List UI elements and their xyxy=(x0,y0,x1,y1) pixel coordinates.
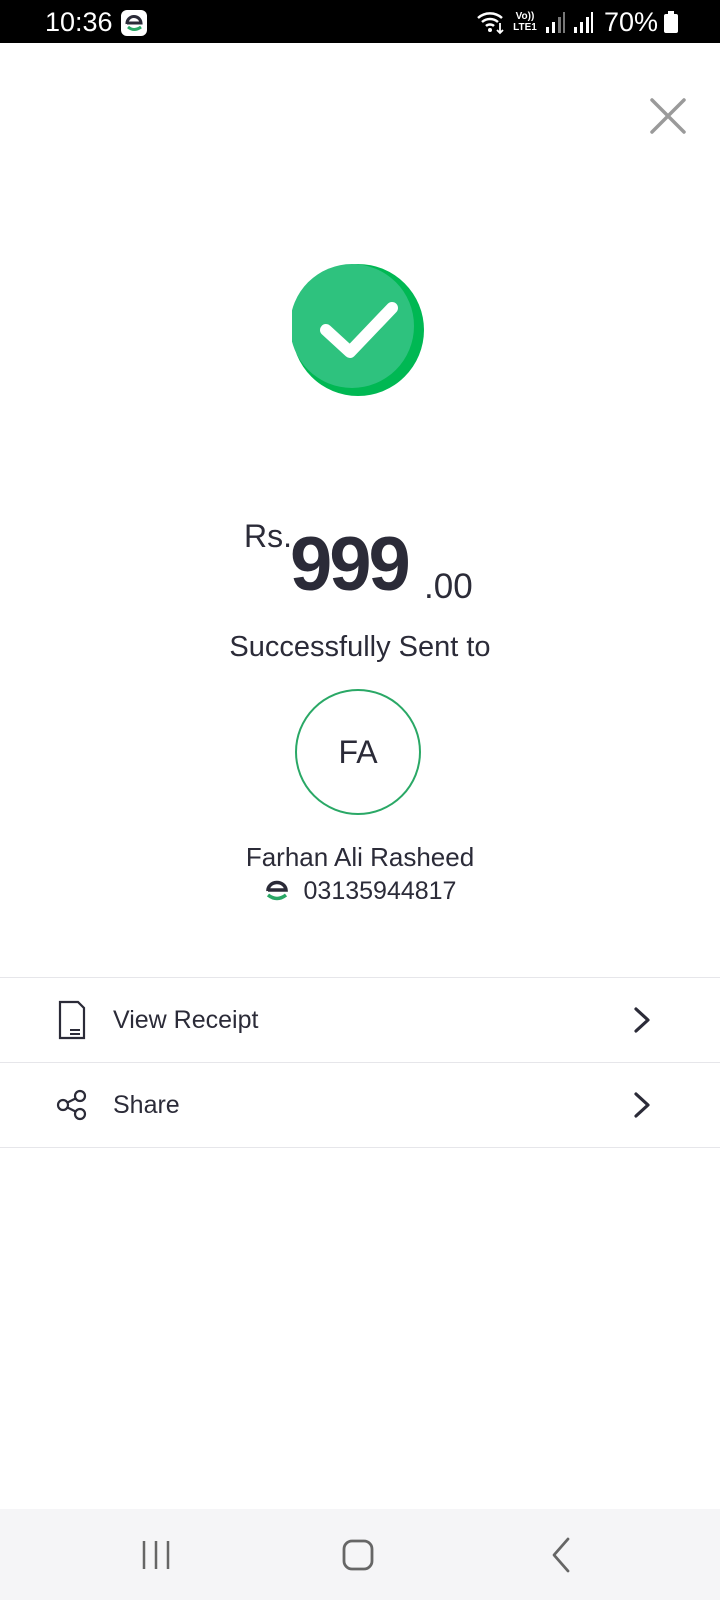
currency-label: Rs. xyxy=(244,518,292,554)
network-type-label: Vo)) LTE1 xyxy=(513,11,537,33)
signal-icon-sim2 xyxy=(573,12,593,33)
back-button[interactable] xyxy=(538,1531,586,1579)
amount-whole: 999 xyxy=(290,522,411,607)
app-notification-icon xyxy=(121,10,147,36)
avatar-initials: FA xyxy=(338,733,378,770)
recent-apps-icon xyxy=(142,1541,170,1569)
status-bar: 10:36 Vo)) LTE1 70% xyxy=(0,0,720,43)
recipient-phone: 03135944817 xyxy=(303,877,457,905)
transaction-amount: Rs. 999 .00 xyxy=(0,515,720,615)
view-receipt-button[interactable]: View Receipt xyxy=(0,977,720,1062)
back-icon xyxy=(552,1537,570,1573)
status-message: Successfully Sent to xyxy=(229,631,491,663)
recipient-phone-row: 03135944817 xyxy=(0,874,720,908)
battery-percentage: 70% xyxy=(603,7,658,37)
recipient-name: Farhan Ali Rasheed xyxy=(245,842,475,872)
home-icon xyxy=(342,1539,374,1571)
wifi-icon xyxy=(477,12,504,35)
action-list: View Receipt Share xyxy=(0,977,720,1148)
amount-decimal: .00 xyxy=(424,567,473,606)
share-icon xyxy=(56,1089,87,1121)
signal-icon xyxy=(545,12,565,33)
view-receipt-label: View Receipt xyxy=(113,1006,259,1034)
easypaisa-logo-icon xyxy=(265,880,288,901)
system-navigation-bar xyxy=(0,1509,720,1600)
chevron-right-icon xyxy=(634,1007,650,1033)
share-button[interactable]: Share xyxy=(0,1062,720,1148)
recent-apps-button[interactable] xyxy=(132,1531,180,1579)
close-icon xyxy=(650,98,686,134)
status-indicators: Vo)) LTE1 70% xyxy=(476,6,678,38)
transfer-success-screen: 10:36 Vo)) LTE1 70% Rs. 999 .00 Successf… xyxy=(0,0,720,1600)
receipt-icon xyxy=(58,1000,86,1040)
status-time: 10:36 xyxy=(45,7,113,37)
home-button[interactable] xyxy=(334,1531,382,1579)
chevron-right-icon xyxy=(634,1092,650,1118)
success-check-icon xyxy=(292,264,424,396)
battery-icon xyxy=(664,11,678,33)
share-label: Share xyxy=(113,1091,180,1119)
recipient-avatar: FA xyxy=(295,689,421,815)
close-button[interactable] xyxy=(648,96,688,136)
